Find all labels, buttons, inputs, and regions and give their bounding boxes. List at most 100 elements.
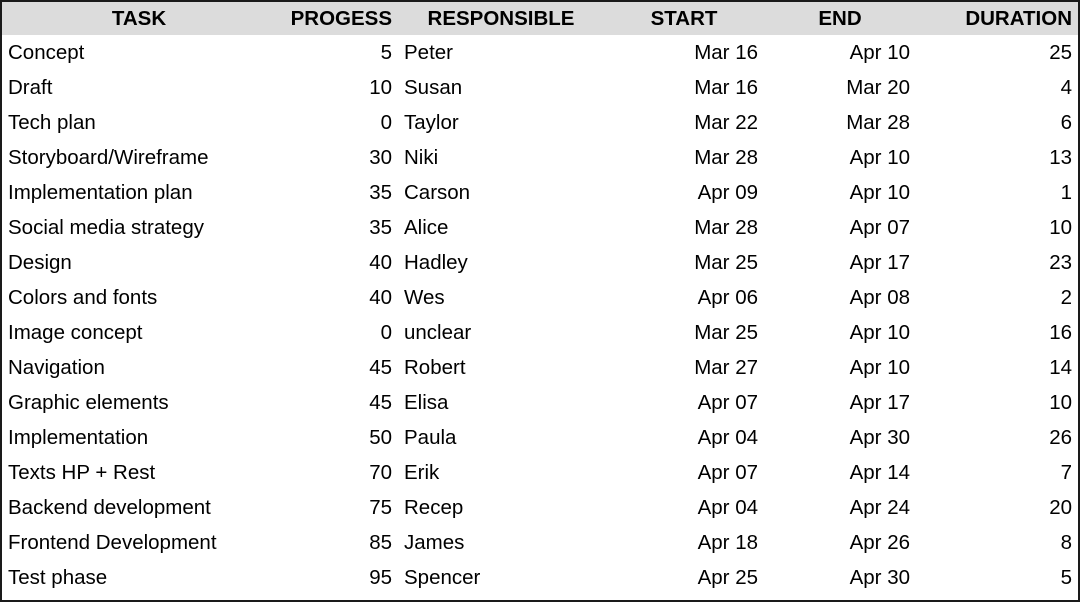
- cell-progress[interactable]: 85: [276, 525, 398, 560]
- column-header-progress[interactable]: PROGESS: [276, 2, 398, 35]
- table-row[interactable]: Draft 10 Susan Mar 16 Mar 20 4: [2, 70, 1078, 105]
- cell-task[interactable]: Colors and fonts: [2, 280, 276, 315]
- cell-start[interactable]: Mar 25: [604, 315, 764, 350]
- cell-task[interactable]: Graphic elements: [2, 385, 276, 420]
- cell-task[interactable]: Social media strategy: [2, 210, 276, 245]
- cell-responsible[interactable]: Susan: [398, 70, 604, 105]
- table-row[interactable]: Graphic elements 45 Elisa Apr 07 Apr 17 10: [2, 385, 1078, 420]
- table-row[interactable]: Implementation 50 Paula Apr 04 Apr 30 26: [2, 420, 1078, 455]
- cell-progress[interactable]: 40: [276, 245, 398, 280]
- cell-progress[interactable]: 95: [276, 560, 398, 595]
- cell-duration[interactable]: 14: [916, 350, 1078, 385]
- cell-start[interactable]: Apr 09: [604, 175, 764, 210]
- cell-duration[interactable]: 8: [916, 525, 1078, 560]
- cell-responsible[interactable]: James: [398, 525, 604, 560]
- cell-duration[interactable]: 2: [916, 280, 1078, 315]
- table-row[interactable]: Backend development 75 Recep Apr 04 Apr 24 20: [2, 490, 1078, 525]
- cell-duration[interactable]: 1: [916, 175, 1078, 210]
- cell-responsible[interactable]: Peter: [398, 35, 604, 70]
- cell-responsible[interactable]: unclear: [398, 315, 604, 350]
- cell-start[interactable]: Apr 07: [604, 455, 764, 490]
- cell-task[interactable]: Concept: [2, 35, 276, 70]
- column-header-responsible[interactable]: RESPONSIBLE: [398, 2, 604, 35]
- cell-end[interactable]: Apr 08: [764, 280, 916, 315]
- cell-start[interactable]: Mar 25: [604, 245, 764, 280]
- cell-responsible[interactable]: Hadley: [398, 245, 604, 280]
- column-header-start[interactable]: START: [604, 2, 764, 35]
- cell-task[interactable]: Image concept: [2, 315, 276, 350]
- cell-progress[interactable]: 75: [276, 490, 398, 525]
- cell-progress[interactable]: 50: [276, 420, 398, 455]
- cell-responsible[interactable]: Taylor: [398, 105, 604, 140]
- table-row[interactable]: Implementation plan 35 Carson Apr 09 Apr 10 1: [2, 175, 1078, 210]
- cell-task[interactable]: Storyboard/Wireframe: [2, 140, 276, 175]
- cell-responsible[interactable]: Erik: [398, 455, 604, 490]
- cell-end[interactable]: Apr 10: [764, 315, 916, 350]
- cell-progress[interactable]: 45: [276, 385, 398, 420]
- cell-start[interactable]: Mar 16: [604, 70, 764, 105]
- table-row[interactable]: Colors and fonts 40 Wes Apr 06 Apr 08 2: [2, 280, 1078, 315]
- cell-start[interactable]: Mar 16: [604, 35, 764, 70]
- cell-end[interactable]: Apr 17: [764, 385, 916, 420]
- cell-duration[interactable]: 10: [916, 210, 1078, 245]
- cell-duration[interactable]: 13: [916, 140, 1078, 175]
- column-header-end[interactable]: END: [764, 2, 916, 35]
- cell-progress[interactable]: 5: [276, 35, 398, 70]
- cell-task[interactable]: Implementation: [2, 420, 276, 455]
- cell-task[interactable]: Implementation plan: [2, 175, 276, 210]
- cell-end[interactable]: Apr 10: [764, 35, 916, 70]
- cell-start[interactable]: Apr 04: [604, 420, 764, 455]
- table-row[interactable]: Concept 5 Peter Mar 16 Apr 10 25: [2, 35, 1078, 70]
- cell-start[interactable]: Apr 25: [604, 560, 764, 595]
- cell-duration[interactable]: 26: [916, 420, 1078, 455]
- cell-end[interactable]: Apr 10: [764, 140, 916, 175]
- cell-progress[interactable]: 30: [276, 140, 398, 175]
- cell-start[interactable]: Apr 07: [604, 385, 764, 420]
- cell-task[interactable]: Texts HP + Rest: [2, 455, 276, 490]
- cell-progress[interactable]: 40: [276, 280, 398, 315]
- cell-task[interactable]: Test phase: [2, 560, 276, 595]
- cell-duration[interactable]: 6: [916, 105, 1078, 140]
- column-header-task[interactable]: TASK: [2, 2, 276, 35]
- cell-start[interactable]: Mar 28: [604, 210, 764, 245]
- cell-end[interactable]: Apr 10: [764, 175, 916, 210]
- table-row[interactable]: Image concept 0 unclear Mar 25 Apr 10 16: [2, 315, 1078, 350]
- cell-responsible[interactable]: Carson: [398, 175, 604, 210]
- cell-duration[interactable]: 25: [916, 35, 1078, 70]
- cell-responsible[interactable]: Paula: [398, 420, 604, 455]
- table-row[interactable]: Test phase 95 Spencer Apr 25 Apr 30 5: [2, 560, 1078, 595]
- cell-task[interactable]: Draft: [2, 70, 276, 105]
- table-row[interactable]: Tech plan 0 Taylor Mar 22 Mar 28 6: [2, 105, 1078, 140]
- table-row[interactable]: Frontend Development 85 James Apr 18 Apr 26 8: [2, 525, 1078, 560]
- cell-progress[interactable]: 10: [276, 70, 398, 105]
- table-row[interactable]: Storyboard/Wireframe 30 Niki Mar 28 Apr 10 13: [2, 140, 1078, 175]
- cell-task[interactable]: Navigation: [2, 350, 276, 385]
- cell-start[interactable]: Mar 28: [604, 140, 764, 175]
- cell-task[interactable]: Backend development: [2, 490, 276, 525]
- cell-progress[interactable]: 35: [276, 210, 398, 245]
- cell-task[interactable]: Tech plan: [2, 105, 276, 140]
- cell-end[interactable]: Apr 24: [764, 490, 916, 525]
- cell-start[interactable]: Mar 22: [604, 105, 764, 140]
- cell-end[interactable]: Apr 07: [764, 210, 916, 245]
- cell-progress[interactable]: 0: [276, 105, 398, 140]
- cell-responsible[interactable]: Wes: [398, 280, 604, 315]
- cell-progress[interactable]: 45: [276, 350, 398, 385]
- cell-end[interactable]: Mar 28: [764, 105, 916, 140]
- cell-responsible[interactable]: Elisa: [398, 385, 604, 420]
- cell-responsible[interactable]: Recep: [398, 490, 604, 525]
- cell-duration[interactable]: 16: [916, 315, 1078, 350]
- cell-responsible[interactable]: Alice: [398, 210, 604, 245]
- cell-progress[interactable]: 70: [276, 455, 398, 490]
- cell-start[interactable]: Apr 04: [604, 490, 764, 525]
- cell-duration[interactable]: 23: [916, 245, 1078, 280]
- cell-end[interactable]: Apr 10: [764, 350, 916, 385]
- column-header-duration[interactable]: DURATION: [916, 2, 1078, 35]
- cell-duration[interactable]: 7: [916, 455, 1078, 490]
- cell-progress[interactable]: 0: [276, 315, 398, 350]
- cell-duration[interactable]: 10: [916, 385, 1078, 420]
- table-row[interactable]: Texts HP + Rest 70 Erik Apr 07 Apr 14 7: [2, 455, 1078, 490]
- cell-end[interactable]: Apr 30: [764, 560, 916, 595]
- cell-start[interactable]: Mar 27: [604, 350, 764, 385]
- cell-duration[interactable]: 5: [916, 560, 1078, 595]
